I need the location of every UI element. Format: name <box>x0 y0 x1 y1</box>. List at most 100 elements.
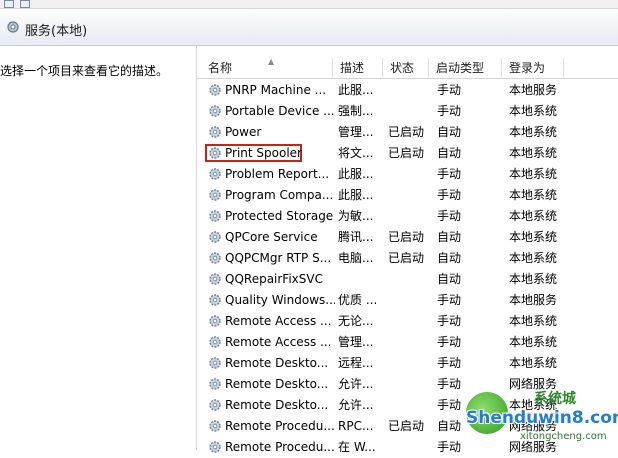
service-description: 在 W... <box>338 440 376 454</box>
description-pane: 选择一个项目来查看它的描述。 <box>0 46 196 450</box>
service-status <box>388 437 432 458</box>
column-description-label: 描述 <box>340 61 365 75</box>
service-status <box>388 311 432 332</box>
service-name: Remote Deskto... <box>225 356 329 370</box>
table-row[interactable]: Portable Device ... 强制... 手动 本地系统 <box>197 101 618 122</box>
service-logon-as: 本地系统 <box>509 272 558 286</box>
column-name-label: 名称 <box>208 61 233 75</box>
panel-title: 服务(本地) <box>25 24 88 39</box>
service-description: 此服... <box>338 83 374 97</box>
service-name: Quality Windows... <box>225 293 335 307</box>
toolbar <box>0 0 618 9</box>
panel-header: 服务(本地) <box>0 9 618 46</box>
service-logon-as: 本地服务 <box>509 293 558 307</box>
column-logon-as[interactable]: 登录为 <box>502 58 564 78</box>
service-startup-type: 手动 <box>437 335 462 349</box>
gear-icon <box>209 210 221 222</box>
gear-icon <box>209 420 221 432</box>
service-status: 已启动 <box>388 251 425 265</box>
service-startup-type: 手动 <box>437 167 462 181</box>
column-startup-type-label: 启动类型 <box>436 61 485 75</box>
service-startup-type: 手动 <box>437 356 462 370</box>
table-row[interactable]: Quality Windows... 优质 ... 手动 本地服务 <box>197 290 618 311</box>
table-row[interactable]: QQRepairFixSVC 自动 本地系统 <box>197 269 618 290</box>
service-name: Remote Access ... <box>225 335 332 349</box>
service-status <box>388 164 432 185</box>
service-name: QQRepairFixSVC <box>225 272 323 286</box>
service-logon-as: 本地系统 <box>509 167 558 181</box>
service-logon-as: 本地系统 <box>509 104 558 118</box>
gear-icon <box>209 84 221 96</box>
service-status <box>388 374 432 395</box>
service-startup-type: 自动 <box>437 125 462 139</box>
table-row[interactable]: QPCore Service 腾讯... 已启动 自动 本地系统 <box>197 227 618 248</box>
service-name: Program Compa... <box>225 188 334 202</box>
gear-icon <box>209 189 221 201</box>
services-gear-icon <box>7 21 19 33</box>
service-logon-as: 本地系统 <box>509 125 558 139</box>
service-startup-type: 自动 <box>437 272 462 286</box>
table-row[interactable]: Remote Deskto... 远程... 手动 本地系统 <box>197 353 618 374</box>
table-row[interactable]: Problem Report... 此服... 手动 本地系统 <box>197 164 618 185</box>
gear-icon <box>209 357 221 369</box>
service-name: QPCore Service <box>225 230 318 244</box>
watermark-site: xitongcheng.com <box>520 431 607 442</box>
service-status <box>388 395 432 416</box>
gear-icon <box>209 252 221 264</box>
service-status: 已启动 <box>388 146 425 160</box>
service-startup-type: 手动 <box>437 104 462 118</box>
table-row[interactable]: PNRP Machine ... 此服... 手动 本地服务 <box>197 80 618 101</box>
table-row[interactable]: Remote Access ... 无论... 手动 本地系统 <box>197 311 618 332</box>
watermark-logo: 系统城 Shenduwin8.com xitongcheng.com <box>456 386 618 450</box>
service-description: 强制... <box>338 104 374 118</box>
service-startup-type: 自动 <box>437 146 462 160</box>
description-hint: 选择一个项目来查看它的描述。 <box>0 64 169 78</box>
service-name: Portable Device ... <box>225 104 335 118</box>
table-row[interactable]: Protected Storage 为敏... 手动 本地系统 <box>197 206 618 227</box>
service-status: 已启动 <box>388 419 425 433</box>
service-logon-as: 本地系统 <box>509 209 558 223</box>
column-name[interactable]: ▲ 名称 <box>201 57 333 78</box>
service-status <box>388 80 432 101</box>
service-status <box>388 353 432 374</box>
table-row[interactable]: Print Spooler 将文... 已启动 自动 本地系统 <box>197 143 618 164</box>
service-description: 管理... <box>338 335 374 349</box>
service-description: 远程... <box>338 356 374 370</box>
service-description: 腾讯... <box>338 230 374 244</box>
gear-icon <box>209 315 221 327</box>
service-name: Print Spooler <box>225 146 302 160</box>
service-status <box>388 206 432 227</box>
table-row[interactable]: QQPCMgr RTP S... 电脑... 已启动 自动 本地系统 <box>197 248 618 269</box>
table-row[interactable]: Power 管理... 已启动 自动 本地系统 <box>197 122 618 143</box>
gear-icon <box>209 273 221 285</box>
gear-icon <box>209 336 221 348</box>
service-description: 此服... <box>338 188 374 202</box>
service-description: 无论... <box>338 314 374 328</box>
toolbar-back-icon[interactable] <box>4 0 14 8</box>
service-status <box>388 332 432 353</box>
service-status <box>388 101 432 122</box>
gear-icon <box>209 294 221 306</box>
service-startup-type: 自动 <box>437 251 462 265</box>
service-name: Remote Procedu... <box>225 419 335 433</box>
gear-icon <box>209 168 221 180</box>
service-name: Remote Access ... <box>225 314 332 328</box>
service-description: 管理... <box>338 125 374 139</box>
service-description: 允许... <box>338 377 374 391</box>
column-startup-type[interactable]: 启动类型 <box>429 58 502 78</box>
toolbar-view-icon[interactable] <box>20 0 30 8</box>
service-description <box>338 269 384 290</box>
column-status[interactable]: 状态 <box>383 58 429 78</box>
gear-icon <box>209 105 221 117</box>
service-description: 此服... <box>338 167 374 181</box>
service-startup-type: 手动 <box>437 209 462 223</box>
table-row[interactable]: Remote Access ... 管理... 手动 本地系统 <box>197 332 618 353</box>
service-name: Remote Deskto... <box>225 398 329 412</box>
table-row[interactable]: Program Compa... 此服... 手动 本地系统 <box>197 185 618 206</box>
service-status <box>388 290 432 311</box>
gear-icon <box>209 399 221 411</box>
service-description: 电脑... <box>338 251 374 265</box>
service-description: 将文... <box>338 146 374 160</box>
service-logon-as: 本地系统 <box>509 335 558 349</box>
column-description[interactable]: 描述 <box>333 58 383 78</box>
